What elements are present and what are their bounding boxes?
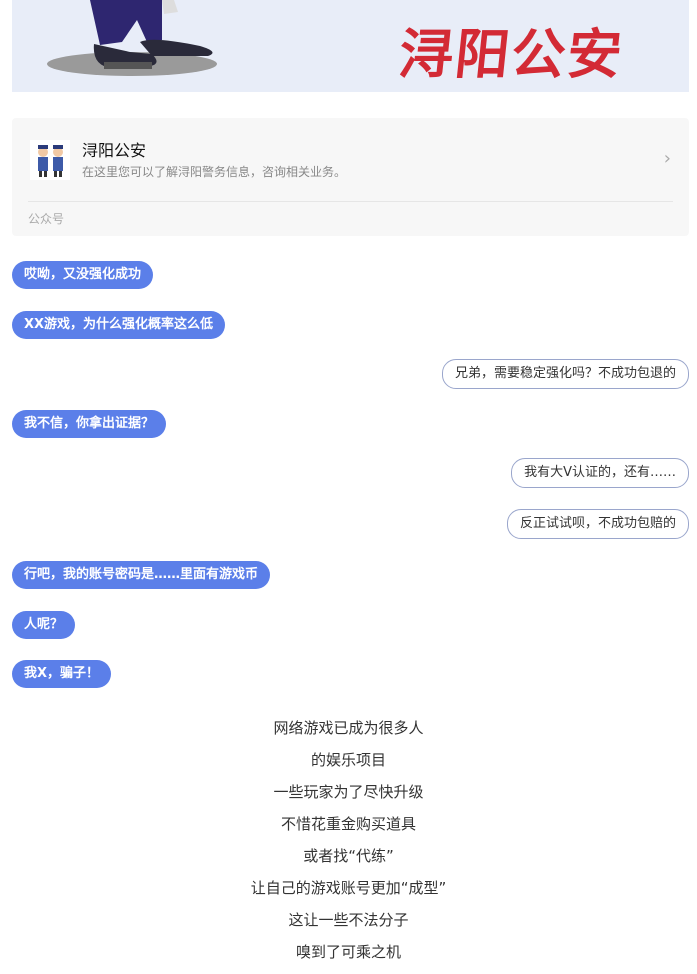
police-avatar-icon: [30, 140, 70, 180]
account-card[interactable]: 浔阳公安 在这里您可以了解浔阳警务信息，咨询相关业务。 › 公众号: [12, 118, 689, 236]
chat-bubble-left: 哎呦，又没强化成功: [12, 261, 154, 289]
chat-bubble-left: 我X，骗子！: [12, 660, 112, 688]
chat-bubble-left: XX游戏，为什么强化概率这么低: [12, 311, 226, 339]
banner-title: 浔阳公安: [396, 22, 627, 86]
article-line: 一些玩家为了尽快升级: [273, 783, 424, 801]
article-line: 嗅到了可乘之机: [295, 943, 401, 961]
chat-bubble-left: 我不信，你拿出证据？: [12, 410, 167, 438]
article-line: 或者找“代练”: [303, 847, 394, 865]
account-name: 浔阳公安: [82, 141, 147, 160]
top-banner-image: 浔阳公安: [12, 0, 689, 92]
chat-bubble-right: 反正试试呗，不成功包赔的: [506, 509, 689, 539]
card-divider: [28, 201, 673, 202]
article-line: 网络游戏已成为很多人: [273, 719, 424, 737]
chat-bubble-right: 兄弟，需要稳定强化吗？不成功包退的: [441, 359, 689, 389]
account-description: 在这里您可以了解浔阳警务信息，咨询相关业务。: [82, 165, 347, 179]
chat-bubble-left: 人呢？: [12, 611, 76, 639]
article-body: 网络游戏已成为很多人 的娱乐项目 一些玩家为了尽快升级 不惜花重金购买道具 或者…: [0, 712, 697, 968]
article-line: 不惜花重金购买道具: [280, 815, 416, 833]
chat-bubble-right: 我有大V认证的，还有……: [511, 458, 689, 488]
article-line: 这让一些不法分子: [288, 911, 409, 929]
account-type-label: 公众号: [28, 212, 65, 226]
chat-bubble-left: 行吧，我的账号密码是……里面有游戏币: [12, 561, 271, 589]
chevron-right-icon: ›: [663, 148, 671, 169]
article-line: 的娱乐项目: [310, 751, 386, 769]
article-line: 让自己的游戏账号更加“成型”: [250, 879, 447, 897]
